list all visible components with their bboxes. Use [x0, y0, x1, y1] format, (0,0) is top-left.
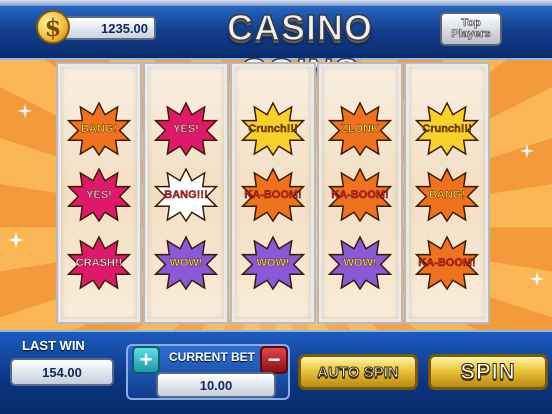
reel-symbol: WOW!: [240, 235, 306, 291]
reel-4: ZLONK KA-BOOM! WOW!: [319, 64, 401, 322]
reel-1: BANG! YES! CRASH!!: [58, 64, 140, 322]
symbol-label: Crunch!!!: [248, 123, 298, 135]
reel-symbol: KA-BOOM!: [327, 167, 393, 223]
symbol-label: KA-BOOM!: [331, 189, 389, 201]
reel-symbol: Crunch!!!: [414, 101, 480, 157]
symbol-label: WOW!: [256, 257, 290, 269]
sparkle-icon: [520, 144, 534, 158]
current-bet-label: CURRENT BET: [169, 350, 255, 364]
dollar-coin-icon: $: [36, 10, 70, 44]
top-players-label-line2: Players: [451, 28, 491, 40]
reel-symbol: Crunch!!!: [240, 101, 306, 157]
reel-symbol: YES!: [153, 101, 219, 157]
reel-3: Crunch!!! KA-BOOM! WOW!: [232, 64, 314, 322]
symbol-label: WOW!: [343, 257, 377, 269]
reel-symbol: KA-BOOM!: [414, 235, 480, 291]
auto-spin-button[interactable]: AUTO SPIN: [298, 354, 418, 390]
last-win-label: LAST WIN: [22, 338, 85, 353]
symbol-label: BANG!!!: [164, 189, 208, 201]
game-title: CASINO COINS: [226, 6, 373, 93]
symbol-label: BANG!: [80, 123, 118, 135]
reel-symbol: BANG!: [66, 101, 132, 157]
symbol-label: YES!: [86, 189, 112, 201]
symbol-label: YES!: [173, 123, 199, 135]
balance-display: 1235.00: [64, 16, 156, 40]
reel-symbol: YES!: [66, 167, 132, 223]
top-players-button[interactable]: Top Players: [440, 12, 502, 46]
last-win-display: 154.00: [10, 358, 114, 386]
current-bet-display: 10.00: [156, 372, 276, 398]
reel-symbol: WOW!: [153, 235, 219, 291]
symbol-label: WOW!: [169, 257, 203, 269]
decrease-bet-button[interactable]: −: [260, 346, 288, 374]
symbol-label: KA-BOOM!: [244, 189, 302, 201]
sparkle-icon: [530, 272, 544, 286]
symbol-label: ZLONK: [341, 123, 379, 135]
increase-bet-button[interactable]: +: [132, 346, 160, 374]
reel-2: YES! BANG!!! WOW!: [145, 64, 227, 322]
spin-button[interactable]: SPIN: [428, 354, 548, 390]
symbol-label: KA-BOOM!: [418, 257, 476, 269]
reel-symbol: BANG!!!: [153, 167, 219, 223]
symbol-label: CRASH!!: [75, 257, 123, 269]
symbol-label: Crunch!!!: [422, 123, 472, 135]
sparkle-icon: [18, 104, 32, 118]
reel-symbol: KA-BOOM!: [240, 167, 306, 223]
reel-5: Crunch!!! BANG! KA-BOOM!: [406, 64, 488, 322]
reel-symbol: BANG!: [414, 167, 480, 223]
symbol-label: BANG!: [428, 189, 466, 201]
reel-symbol: ZLONK: [327, 101, 393, 157]
reel-symbol: CRASH!!: [66, 235, 132, 291]
reel-symbol: WOW!: [327, 235, 393, 291]
sparkle-icon: [8, 232, 24, 248]
